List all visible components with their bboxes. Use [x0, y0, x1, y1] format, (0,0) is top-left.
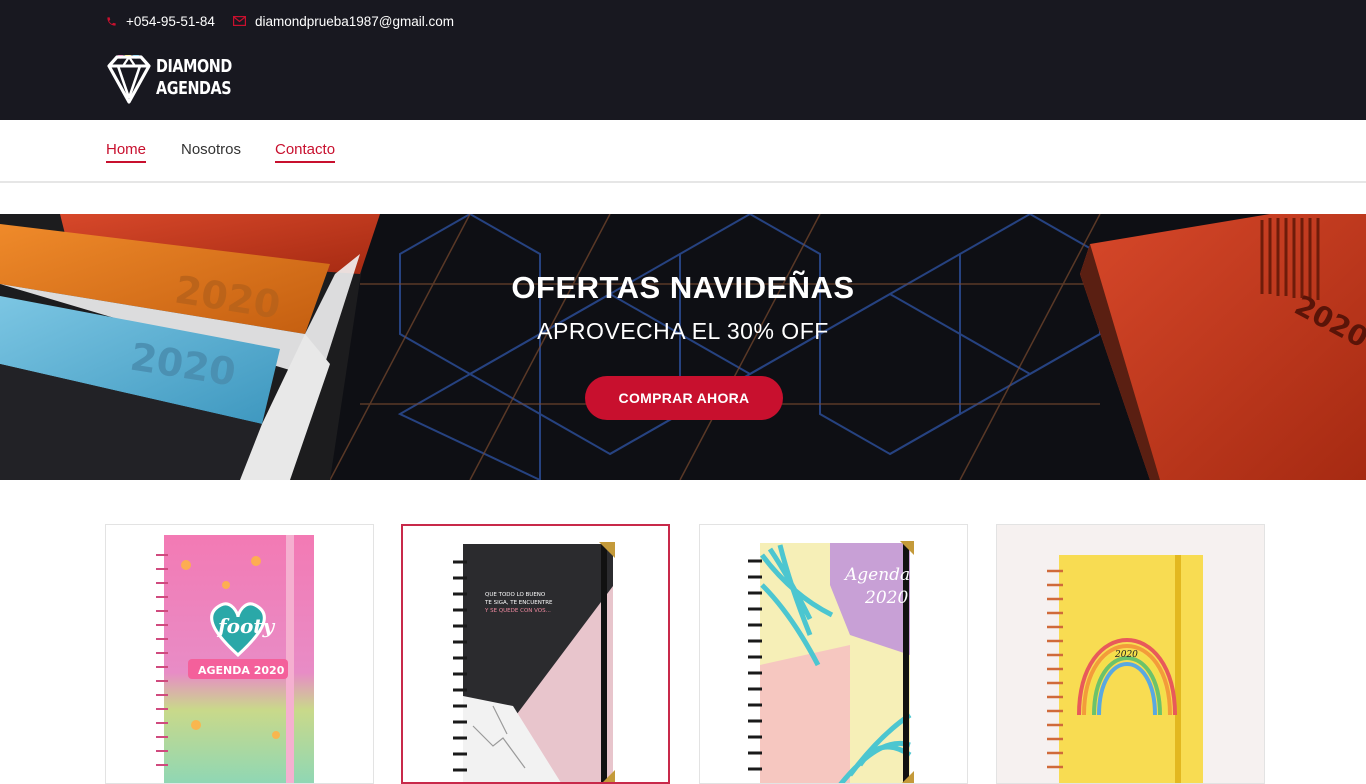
hero-subtitle: APROVECHA EL 30% OFF [537, 318, 829, 344]
logo-line-1: DIAMOND [156, 57, 232, 77]
hero-title: OFERTAS NAVIDEÑAS [511, 270, 855, 305]
product-image-rainbow: 2020 [1047, 555, 1203, 783]
logo-line-2: AGENDAS [156, 79, 232, 99]
product-card-2[interactable]: QUE TODO LO BUENO TE SIGA, TE ENCUENTRE … [401, 524, 670, 784]
buy-now-button[interactable]: COMPRAR AHORA [585, 376, 783, 420]
contact-info: +054-95-51-84 diamondprueba1987@gmail.co… [106, 11, 472, 31]
nav-nosotros[interactable]: Nosotros [181, 141, 241, 161]
phone-link[interactable]: +054-95-51-84 [106, 14, 215, 29]
main-nav: Home Nosotros Contacto [0, 120, 1366, 183]
footy-brand-text: footy [216, 614, 276, 638]
nav-contacto[interactable]: Contacto [275, 141, 336, 163]
rainbow-cover-text: 2020 [1114, 650, 1138, 660]
product-card-3[interactable]: Agenda 2020 [699, 524, 968, 784]
hero-background-image: 2020 2020 2020 [0, 214, 1366, 480]
product-image-tropical: Agenda 2020 [748, 541, 914, 783]
product-image-marble: QUE TODO LO BUENO TE SIGA, TE ENCUENTRE … [453, 542, 615, 782]
tropical-cover-text-1: Agenda [843, 565, 910, 585]
phone-icon [107, 16, 116, 26]
email-link[interactable]: diamondprueba1987@gmail.com [232, 13, 455, 29]
hero-banner: 2020 2020 2020 [0, 214, 1366, 480]
marble-cover-text-3: Y SE QUEDE CON VOS... [484, 608, 551, 614]
phone-text: +054-95-51-84 [126, 13, 215, 29]
tropical-cover-text-2: 2020 [864, 588, 908, 608]
diamond-logo-icon [107, 55, 151, 104]
logo-text: DIAMOND AGENDAS [156, 56, 232, 100]
product-card-1[interactable]: footy AGENDA 2020 [105, 524, 374, 784]
footy-cover-text: AGENDA 2020 [198, 664, 285, 677]
site-logo[interactable]: DIAMOND AGENDAS [106, 52, 249, 104]
product-image-footy: footy AGENDA 2020 [156, 535, 314, 783]
mail-icon [232, 16, 246, 26]
top-bar: +054-95-51-84 diamondprueba1987@gmail.co… [0, 0, 1366, 120]
email-text: diamondprueba1987@gmail.com [254, 13, 455, 29]
marble-cover-text-2: TE SIGA, TE ENCUENTRE [484, 600, 553, 606]
marble-cover-text-1: QUE TODO LO BUENO [485, 592, 546, 598]
nav-home[interactable]: Home [106, 141, 147, 163]
product-card-4[interactable]: 2020 [996, 524, 1265, 784]
